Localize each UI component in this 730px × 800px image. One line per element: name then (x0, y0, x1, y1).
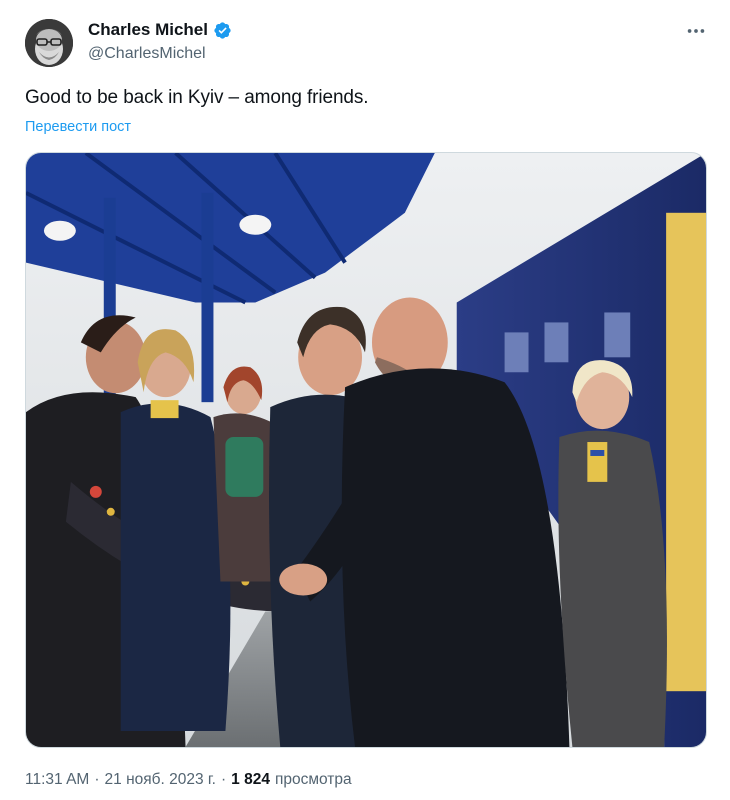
tweet-card: Charles Michel @CharlesMichel Good to be… (0, 0, 730, 800)
tweet-text: Good to be back in Kyiv – among friends. (25, 87, 369, 108)
photo-image-icon (26, 153, 706, 747)
tweet-meta: 11:31 AM · 21 нояб. 2023 г. · 1 824 прос… (25, 771, 352, 789)
author-handle[interactable]: @CharlesMichel (88, 45, 206, 63)
tweet-date[interactable]: 21 нояб. 2023 г. (105, 771, 216, 789)
meta-separator-2: · (220, 771, 227, 788)
tweet-photo[interactable] (25, 152, 707, 748)
author-avatar[interactable] (25, 19, 73, 67)
profile-avatar-icon (25, 19, 73, 67)
author-name-row: Charles Michel (88, 20, 232, 40)
more-horizontal-icon (687, 29, 705, 33)
views-label: просмотра (274, 771, 352, 788)
more-options-button[interactable] (682, 20, 710, 42)
verified-badge-icon[interactable] (213, 21, 232, 40)
meta-separator: · (94, 771, 100, 788)
tweet-time[interactable]: 11:31 AM (25, 771, 89, 789)
translate-post-link[interactable]: Перевести пост (25, 119, 131, 135)
author-name[interactable]: Charles Michel (88, 20, 208, 40)
views-count[interactable]: 1 824 (231, 771, 270, 789)
